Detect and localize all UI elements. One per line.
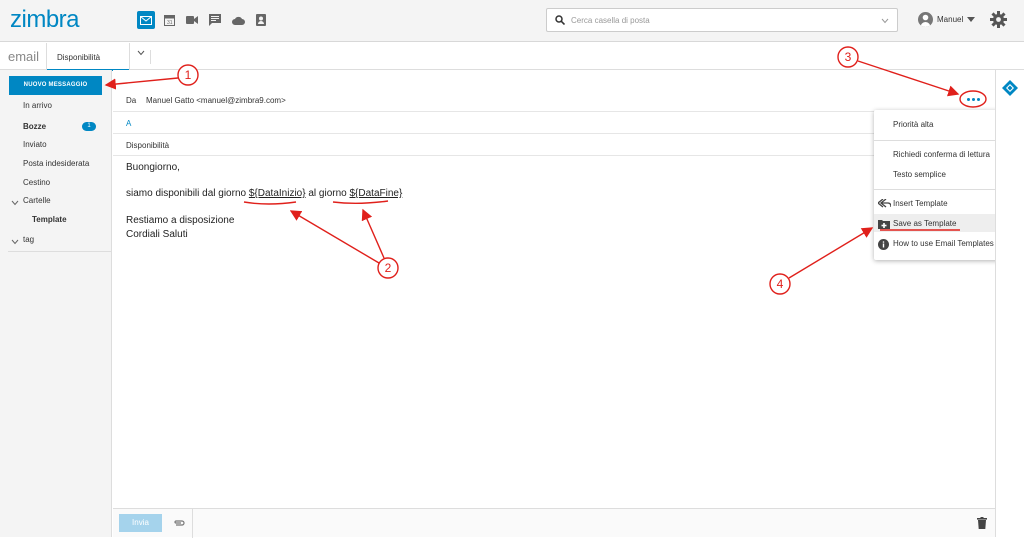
folder-trash[interactable]: Cestino	[23, 178, 50, 187]
template-variable-end: ${DataFine}	[349, 188, 403, 199]
folder-drafts[interactable]: Bozze	[23, 122, 46, 131]
body-text: siamo disponibili dal giorno	[126, 188, 249, 199]
reply-all-icon	[876, 198, 892, 210]
user-name: Manuel	[937, 15, 964, 24]
tab-label: Disponibilità	[57, 53, 101, 62]
chevron-down-icon[interactable]	[11, 237, 19, 247]
body-greeting[interactable]: Buongiorno,	[126, 162, 180, 173]
subject-row[interactable]: Disponibilità	[113, 134, 995, 156]
menu-read-receipt[interactable]: Richiedi conferma di lettura	[893, 150, 990, 159]
from-label: Da	[126, 96, 137, 105]
compose-footer: Invia	[113, 508, 995, 538]
from-row: Da Manuel Gatto <manuel@zimbra9.com>	[113, 88, 995, 112]
trash-icon[interactable]	[977, 517, 987, 531]
folder-cartelle[interactable]: Cartelle	[23, 196, 51, 205]
avatar-icon	[918, 12, 933, 27]
app-switcher: 31	[137, 11, 270, 29]
attachment-icon[interactable]	[173, 519, 185, 529]
tab-bar: email Disponibilità	[0, 43, 1024, 71]
user-menu[interactable]: Manuel	[918, 12, 976, 27]
sidebar-divider	[8, 251, 112, 252]
to-label[interactable]: A	[126, 119, 131, 128]
top-bar: zimbra 31 Cerca casella di posta Manuel	[0, 0, 1024, 42]
body-text: al giorno	[305, 188, 350, 199]
body-closing-2[interactable]: Cordiali Saluti	[126, 229, 188, 240]
folder-template[interactable]: Template	[32, 215, 67, 224]
search-input[interactable]: Cerca casella di posta	[571, 16, 650, 25]
tab-email[interactable]: email	[8, 49, 39, 64]
send-button[interactable]: Invia	[119, 514, 162, 532]
caret-down-icon	[967, 15, 976, 24]
svg-text:31: 31	[167, 20, 173, 26]
right-rail	[995, 70, 1024, 537]
subject-field[interactable]: Disponibilità	[126, 141, 169, 150]
folder-sent[interactable]: Inviato	[23, 140, 47, 149]
folder-inbox[interactable]: In arrivo	[23, 101, 52, 110]
tab-disponibilita[interactable]: Disponibilità	[46, 43, 130, 71]
gear-icon[interactable]	[990, 11, 1007, 30]
menu-insert-template[interactable]: Insert Template	[893, 199, 948, 208]
folder-add-icon	[878, 219, 890, 231]
folder-tag[interactable]: tag	[23, 235, 34, 244]
search-box[interactable]: Cerca casella di posta	[546, 8, 898, 32]
menu-save-template[interactable]: Save as Template	[893, 219, 956, 228]
template-variable-start: ${DataInizio}	[248, 188, 306, 199]
menu-priority-high[interactable]: Priorità alta	[893, 120, 933, 129]
zimbra-logo[interactable]: zimbra	[10, 6, 80, 34]
calendar-icon[interactable]: 31	[160, 11, 178, 29]
from-value[interactable]: Manuel Gatto <manuel@zimbra9.com>	[146, 96, 286, 105]
mail-icon[interactable]	[137, 11, 155, 29]
footer-divider	[192, 509, 193, 538]
more-options-button[interactable]	[962, 91, 984, 107]
sidebar: NUOVO MESSAGGIO	[0, 70, 112, 537]
info-icon	[878, 239, 889, 252]
chevron-down-icon[interactable]	[11, 198, 19, 208]
folder-spam[interactable]: Posta indesiderata	[23, 159, 89, 168]
drafts-count-badge: 1	[82, 122, 96, 131]
tab-chevron-icon[interactable]	[131, 50, 151, 64]
video-icon[interactable]	[183, 11, 201, 29]
chevron-down-icon[interactable]	[881, 16, 889, 26]
menu-plain-text[interactable]: Testo semplice	[893, 170, 946, 179]
search-icon[interactable]	[555, 15, 566, 27]
body-availability-line[interactable]: siamo disponibili dal giorno ${DataInizi…	[126, 188, 402, 199]
new-message-button[interactable]: NUOVO MESSAGGIO	[9, 76, 102, 95]
to-row[interactable]: A	[113, 112, 995, 134]
menu-how-to-templates[interactable]: How to use Email Templates	[893, 239, 994, 248]
zimlet-icon[interactable]	[1002, 80, 1018, 98]
body-closing-1[interactable]: Restiamo a disposizione	[126, 215, 234, 226]
contacts-icon[interactable]	[252, 11, 270, 29]
chat-icon[interactable]	[206, 11, 224, 29]
cloud-icon[interactable]	[229, 11, 247, 29]
